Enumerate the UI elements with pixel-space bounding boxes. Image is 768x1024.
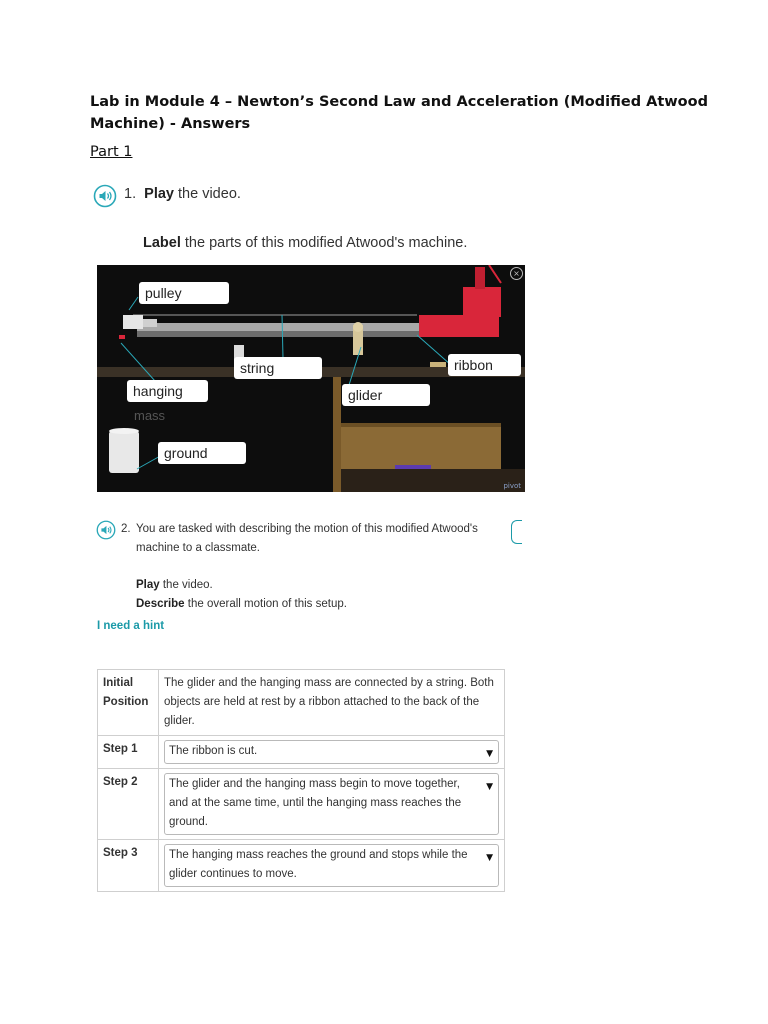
question-2-prompt: You are tasked with describing the motio…	[136, 523, 478, 554]
document-title: Lab in Module 4 – Newton’s Second Law an…	[90, 94, 708, 132]
question-2-describe-instruction: Describe the overall motion of this setu…	[136, 595, 347, 614]
close-icon[interactable]: ×	[510, 267, 523, 280]
pivot-logo: pivot	[503, 482, 521, 490]
step-3-dropdown[interactable]: The hanging mass reaches the ground and …	[164, 844, 499, 887]
label-mass-faded: mass	[134, 408, 166, 423]
row-head-step1: Step 1	[97, 735, 159, 769]
table-row: Step 2 The glider and the hanging mass b…	[97, 768, 505, 840]
play-verb-2: Play	[136, 579, 160, 591]
step-3-selected: The hanging mass reaches the ground and …	[169, 849, 468, 880]
step-2-dropdown[interactable]: The glider and the hanging mass begin to…	[164, 773, 499, 835]
question-2-play-instruction: Play the video.	[136, 576, 213, 595]
step-2-selected: The glider and the hanging mass begin to…	[169, 778, 462, 828]
step-1-selected: The ribbon is cut.	[169, 745, 258, 757]
atwood-machine-video[interactable]: pulley string ribbon hanging mass glider…	[97, 265, 525, 492]
speaker-audio-icon[interactable]	[93, 184, 117, 208]
table-row: Initial Position The glider and the hang…	[97, 669, 505, 736]
play-rest: the video.	[174, 186, 241, 202]
dropdown-caret-icon: ▼	[486, 782, 493, 792]
question-1-instruction: 1. Play the video.	[124, 186, 241, 202]
label-instruction: Label the parts of this modified Atwood'…	[143, 235, 467, 251]
label-rest: the parts of this modified Atwood's mach…	[180, 235, 468, 251]
row-head-step2: Step 2	[97, 768, 159, 840]
table-row: Step 1 The ribbon is cut. ▼	[97, 735, 505, 769]
play-rest-2: the video.	[159, 579, 213, 591]
label-hanging: hanging	[127, 380, 208, 402]
label-ground: ground	[158, 442, 246, 464]
part-heading: Part 1	[90, 144, 133, 160]
play-verb: Play	[144, 186, 174, 202]
describe-rest: the overall motion of this setup.	[184, 598, 347, 610]
motion-steps-table: Initial Position The glider and the hang…	[97, 669, 505, 892]
question-2-number: 2.	[121, 523, 131, 535]
dropdown-caret-icon: ▼	[486, 749, 493, 759]
step-1-dropdown[interactable]: The ribbon is cut. ▼	[164, 740, 499, 764]
row-head-step3: Step 3	[97, 839, 159, 892]
hint-link[interactable]: I need a hint	[97, 620, 164, 632]
row-head-initial: Initial Position	[97, 669, 159, 736]
question-1-number: 1.	[124, 186, 137, 202]
label-pulley: pulley	[139, 282, 229, 304]
speaker-audio-icon[interactable]	[96, 520, 116, 540]
label-glider: glider	[342, 384, 430, 406]
table-row: Step 3 The hanging mass reaches the grou…	[97, 839, 505, 892]
label-verb: Label	[143, 235, 181, 251]
label-ribbon: ribbon	[448, 354, 521, 376]
describe-verb: Describe	[136, 598, 185, 610]
dropdown-caret-icon: ▼	[486, 853, 493, 863]
row-text-initial: The glider and the hanging mass are conn…	[158, 669, 505, 736]
label-string: string	[234, 357, 322, 379]
side-panel-bracket[interactable]	[511, 520, 522, 544]
